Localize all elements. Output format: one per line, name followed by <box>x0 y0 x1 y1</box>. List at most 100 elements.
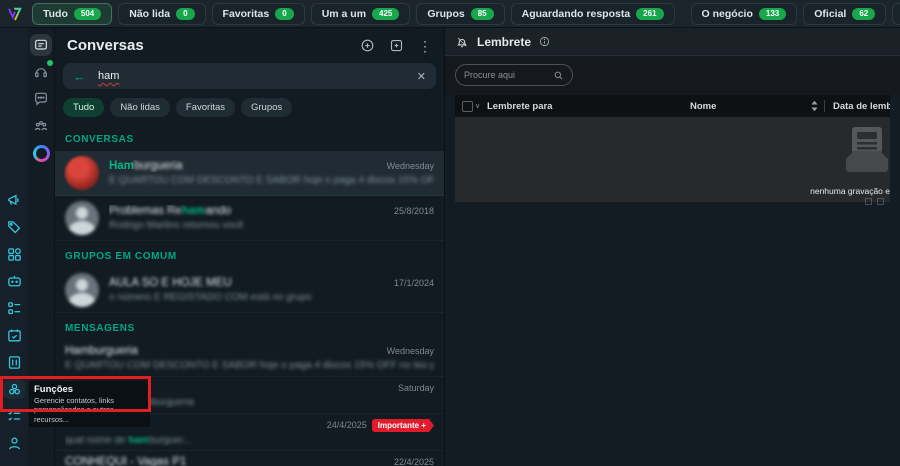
tab-count-badge: 261 <box>636 8 663 20</box>
top-tab-bar: Tudo 504 Não lida 0 Favoritas 0 Um a um … <box>0 0 900 28</box>
tab-label: Não lida <box>129 8 170 20</box>
headset-icon[interactable] <box>30 61 52 83</box>
col-lembrete-para[interactable]: Lembrete para <box>487 101 690 112</box>
megaphone-icon[interactable] <box>3 190 25 210</box>
new-chat-icon[interactable] <box>360 38 375 53</box>
tab-favoritas[interactable]: Favoritas 0 <box>212 3 305 25</box>
avatar <box>65 201 99 235</box>
tab-tudo[interactable]: Tudo 504 <box>32 3 112 25</box>
clear-search-icon[interactable]: ✕ <box>417 70 426 83</box>
chevron-down-icon[interactable]: ∨ <box>475 102 480 110</box>
message-preview: É QUARTOU COM DESCONTO E SABOR hoje o pa… <box>65 360 434 371</box>
tab-count-badge: 425 <box>372 8 399 20</box>
reminders-content-area <box>445 202 900 466</box>
col-nome[interactable]: Nome <box>690 101 810 112</box>
avatar <box>65 156 99 190</box>
reminders-search[interactable] <box>455 64 573 86</box>
functions-tooltip: Funções Gerencie contatos, links persona… <box>29 381 150 427</box>
form-list-icon[interactable] <box>3 298 25 318</box>
sort-icon[interactable] <box>810 100 824 112</box>
message-item[interactable]: CONHEQUI - Vagas P1 22/4/2025 +55 11 986… <box>55 451 444 466</box>
preview-pre: qual nome de <box>65 435 128 446</box>
timestamp: 17/1/2024 <box>394 278 434 288</box>
people-group-icon[interactable] <box>30 115 52 137</box>
message-preview: Rodrigo Martins retornou você <box>109 220 244 231</box>
chip-nao-lidas[interactable]: Não lidas <box>110 98 170 117</box>
tag-icon[interactable] <box>3 217 25 237</box>
journal-icon[interactable] <box>3 352 25 372</box>
functions-icon[interactable] <box>3 379 25 399</box>
apps-grid-icon[interactable] <box>3 244 25 264</box>
section-conversas: CONVERSAS <box>55 124 444 151</box>
chip-tudo[interactable]: Tudo <box>63 98 104 117</box>
chats-icon[interactable] <box>30 34 52 56</box>
new-panel-icon[interactable] <box>389 38 404 53</box>
reminders-title: Lembrete <box>477 35 531 49</box>
tab-teste[interactable]: teste 1 <box>892 3 900 25</box>
name-match: Ham <box>109 160 134 172</box>
tab-count-badge: 0 <box>176 8 194 20</box>
ai-ring-icon[interactable] <box>30 142 52 164</box>
search-icon <box>553 70 564 81</box>
preview-suf: burguer... <box>149 435 191 446</box>
chip-favoritas[interactable]: Favoritas <box>176 98 235 117</box>
tab-count-badge: 62 <box>852 8 875 20</box>
info-icon[interactable] <box>539 36 550 47</box>
app-window: Tudo 504 Não lida 0 Favoritas 0 Um a um … <box>0 0 900 466</box>
sender-name: CONHEQUI - Vagas P1 <box>65 456 386 466</box>
reminders-header: Lembrete <box>445 28 900 56</box>
brand-logo[interactable] <box>4 3 26 25</box>
calendar-check-icon[interactable] <box>3 325 25 345</box>
menu-kebab-icon[interactable]: ⋮ <box>418 39 432 53</box>
person-icon[interactable] <box>3 433 25 453</box>
tab-o-negocio[interactable]: O negócio 133 <box>691 3 798 25</box>
chip-grupos[interactable]: Grupos <box>241 98 292 117</box>
tab-aguardando-resposta[interactable]: Aguardando resposta 261 <box>511 3 675 25</box>
reminders-search-input[interactable] <box>464 70 549 80</box>
tab-count-badge: 504 <box>74 8 101 20</box>
reminders-table: ∨ Lembrete para Nome Data de lembrete <box>455 95 890 202</box>
page-title: Conversas <box>67 37 346 54</box>
chatbot-icon[interactable] <box>3 271 25 291</box>
group-item[interactable]: AULA SÓ É HOJE MEU 17/1/2024 o número É … <box>55 268 444 313</box>
tooltip-title: Funções <box>34 384 145 395</box>
timestamp: Wednesday <box>387 346 434 356</box>
bell-icon <box>455 35 469 49</box>
table-empty-body: nenhuma gravação e <box>455 117 890 202</box>
tab-grupos[interactable]: Grupos 85 <box>416 3 504 25</box>
tab-count-badge: 0 <box>275 8 293 20</box>
tab-nao-lida[interactable]: Não lida 0 <box>118 3 205 25</box>
group-name: AULA SÓ É HOJE MEU <box>109 277 386 289</box>
tab-oficial[interactable]: Oficial 62 <box>803 3 886 25</box>
table-pagination[interactable] <box>865 198 884 205</box>
message-preview: o número É REGISTADO COM está no grupo <box>109 292 312 303</box>
conversation-item[interactable]: Hamburgueria Wednesday É QUARTOU COM DES… <box>55 151 444 196</box>
tab-um-a-um[interactable]: Um a um 425 <box>311 3 411 25</box>
timestamp: 25/8/2018 <box>394 206 434 216</box>
timestamp: 24/4/2025 <box>327 420 367 430</box>
filter-chips: Tudo Não lidas Favoritas Grupos <box>55 93 444 124</box>
table-header-row: ∨ Lembrete para Nome Data de lembrete <box>455 95 890 117</box>
message-item[interactable]: Hamburgueria Wednesday É QUARTOU COM DES… <box>55 340 444 377</box>
section-mensagens: MENSAGENS <box>55 313 444 340</box>
tab-label: O negócio <box>702 8 753 20</box>
tab-count-badge: 133 <box>759 8 786 20</box>
select-all-checkbox[interactable] <box>462 101 473 112</box>
name-match: ham <box>182 205 206 217</box>
col-data-lembrete[interactable]: Data de lembrete <box>825 101 890 112</box>
chat-search-input[interactable]: ham <box>98 70 405 82</box>
tab-label: Favoritas <box>223 8 270 20</box>
tab-label: Aguardando resposta <box>522 8 631 20</box>
empty-box-icon <box>838 125 890 178</box>
conversation-item[interactable]: Problemas Rehamando 25/8/2018 Rodrigo Ma… <box>55 196 444 241</box>
timestamp: Saturday <box>398 383 434 393</box>
chat-dots-icon[interactable] <box>30 88 52 110</box>
empty-state-text: nenhuma gravação e <box>810 186 890 196</box>
preview-match: ham <box>128 435 149 446</box>
tab-label: Oficial <box>814 8 846 20</box>
checklist-icon[interactable] <box>3 406 25 426</box>
reminders-toolbar <box>445 56 900 95</box>
back-arrow-icon[interactable]: ← <box>73 69 86 84</box>
avatar <box>65 273 99 307</box>
chat-search-bar[interactable]: ← ham ✕ <box>63 63 436 89</box>
